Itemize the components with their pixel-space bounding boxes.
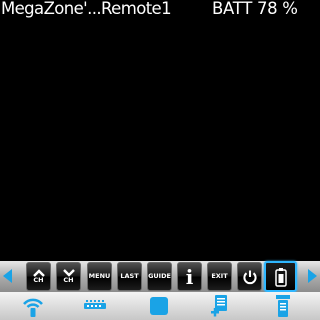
scroll-right-icon[interactable] [308,269,317,283]
main-display-area [0,20,320,260]
tab-display[interactable] [146,294,172,318]
guide-label: GUIDE [148,272,171,280]
info-icon: i [185,264,194,289]
power-button[interactable] [237,262,262,291]
last-button[interactable]: LAST [117,262,142,291]
tab-add-device[interactable] [207,294,233,318]
add-device-icon [211,295,227,317]
device-list-icon [276,295,290,317]
bottom-tab-bar [0,292,320,320]
wifi-icon [23,298,43,317]
remote-control-button[interactable] [264,261,297,292]
exit-label: EXIT [211,272,228,280]
app-title: MegaZone'...Remote1 [1,0,172,18]
info-button[interactable]: i [177,262,202,291]
menu-button[interactable]: MENU [87,262,112,291]
guide-button[interactable]: GUIDE [147,262,172,291]
scroll-left-icon[interactable] [3,269,12,283]
power-icon [242,270,257,284]
battery-status: BATT 78 % [212,0,298,18]
display-icon [150,297,168,315]
channel-down-button[interactable]: CH [56,262,81,291]
title-bar: MegaZone'...Remote1 BATT 78 % [0,0,320,20]
tab-device-list[interactable] [270,294,296,318]
remote-key-bar: CH CH MENU LAST GUIDE i EXIT [0,261,320,292]
channel-up-button[interactable]: CH [26,262,51,291]
channel-up-label: CH [33,276,44,284]
ir-blaster-icon [84,300,106,309]
tab-wireless[interactable] [20,294,46,318]
remote-control-icon [274,267,287,287]
last-label: LAST [120,272,139,280]
tab-ir-blaster[interactable] [82,294,108,318]
menu-label: MENU [88,272,111,280]
channel-down-label: CH [63,276,74,284]
exit-button[interactable]: EXIT [207,262,232,291]
